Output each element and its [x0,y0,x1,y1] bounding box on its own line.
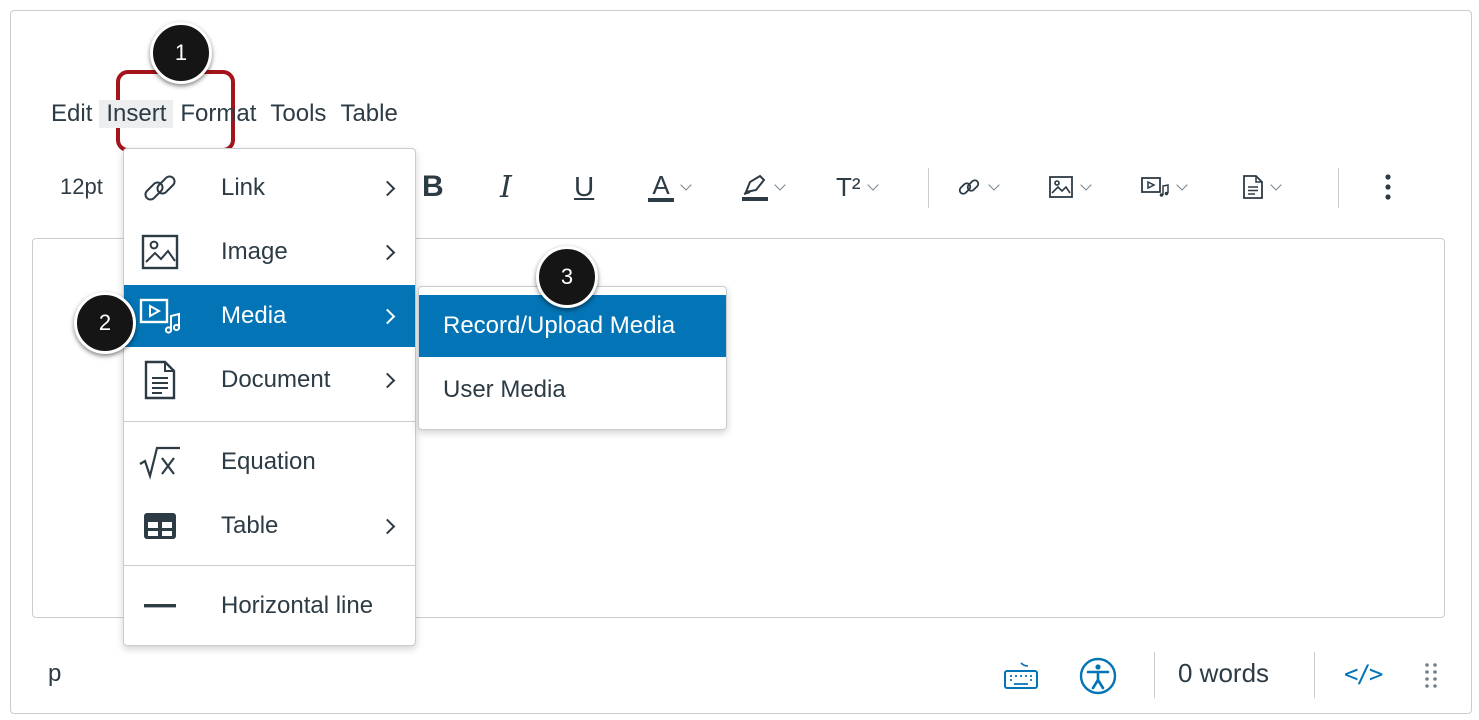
image-icon [138,230,182,274]
menu-insert[interactable]: Insert [99,100,174,128]
underline-icon: U [574,171,595,202]
media-icon [1141,177,1169,197]
equation-icon [138,440,182,484]
html-editor-toggle[interactable]: </> [1344,660,1383,688]
superscript-button[interactable]: T² [836,164,879,210]
link-icon [958,179,980,195]
horizontal-line-icon [138,584,182,628]
toolbar-divider [1338,168,1339,208]
chevron-down-icon [774,178,786,191]
insert-menu-item-label: Image [221,238,288,265]
link-icon [138,166,182,210]
link-button[interactable] [956,164,1000,210]
table-icon [138,504,182,548]
chevron-down-icon [1176,178,1188,191]
keyboard-icon [1004,662,1038,689]
insert-menu-item-label: Horizontal line [221,592,374,619]
font-size-value: 12pt [60,174,103,199]
menu-edit[interactable]: Edit [44,100,99,128]
chevron-down-icon [866,178,879,191]
underline-button[interactable]: U [574,164,594,210]
insert-menu-item-equation[interactable]: Equation [124,431,415,493]
highlight-color-button[interactable] [742,164,786,210]
highlight-icon [742,174,768,201]
image-button[interactable] [1048,164,1092,210]
step-badge-3: 3 [536,246,598,308]
menu-format[interactable]: Format [173,100,263,128]
status-divider [1314,652,1315,698]
image-icon [1049,176,1073,198]
document-icon [138,358,182,402]
chevron-right-icon [379,308,396,324]
insert-menu-item-link[interactable]: Link [124,157,415,219]
insert-menu-item-image[interactable]: Image [124,221,415,283]
toolbar-divider [928,168,929,208]
insert-menu-item-media[interactable]: Media [124,285,415,347]
insert-menu-item-label: Document [221,366,331,393]
document-button[interactable] [1242,164,1282,210]
drag-handle-icon [1425,663,1437,688]
menu-divider [124,421,415,422]
text-color-button[interactable]: A [648,164,692,210]
editor-menubar: Edit Insert Format Tools Table [44,96,405,132]
more-options-button[interactable] [1384,164,1392,210]
bold-icon: B [422,170,444,203]
chevron-right-icon [379,180,396,196]
chevron-down-icon [988,178,1000,191]
step-badge-1: 1 [150,22,212,84]
insert-menu-item-horizontal-line[interactable]: Horizontal line [124,575,415,637]
accessibility-icon [1079,657,1117,695]
element-path[interactable]: p [48,660,61,688]
insert-menu-item-document[interactable]: Document [124,349,415,411]
media-button[interactable] [1140,164,1188,210]
media-submenu: Record/Upload Media User Media [418,286,727,430]
superscript-icon: T² [836,171,861,202]
keyboard-shortcuts-button[interactable] [1002,661,1040,696]
bold-button[interactable]: B [422,164,444,210]
insert-menu-item-label: Equation [221,448,316,475]
menu-tools[interactable]: Tools [263,100,333,128]
status-divider [1154,652,1155,698]
text-color-icon: A [648,172,674,202]
insert-menu-item-label: Table [221,512,279,539]
word-count[interactable]: 0 words [1178,658,1269,689]
insert-menu-item-label: Link [221,174,266,201]
italic-icon: I [500,169,512,205]
media-icon [138,294,182,338]
chevron-right-icon [379,244,396,260]
chevron-right-icon [379,372,396,388]
font-size-select[interactable]: 12pt [60,164,103,210]
menu-divider [124,565,415,566]
chevron-down-icon [1270,178,1282,191]
menu-table[interactable]: Table [333,100,404,128]
document-icon [1243,175,1263,199]
insert-menu-item-label: Media [221,302,287,329]
chevron-down-icon [1080,178,1092,191]
submenu-item-user-media[interactable]: User Media [419,359,726,421]
italic-button[interactable]: I [500,164,512,210]
more-vertical-icon [1385,174,1391,200]
accessibility-checker-button[interactable] [1078,656,1118,701]
resize-handle[interactable] [1424,662,1438,695]
step-badge-2: 2 [74,292,136,354]
insert-menu-item-table[interactable]: Table [124,495,415,557]
chevron-right-icon [379,518,396,534]
chevron-down-icon [680,178,692,191]
insert-dropdown-menu: Link Image Media Document Equation Table [123,148,416,646]
